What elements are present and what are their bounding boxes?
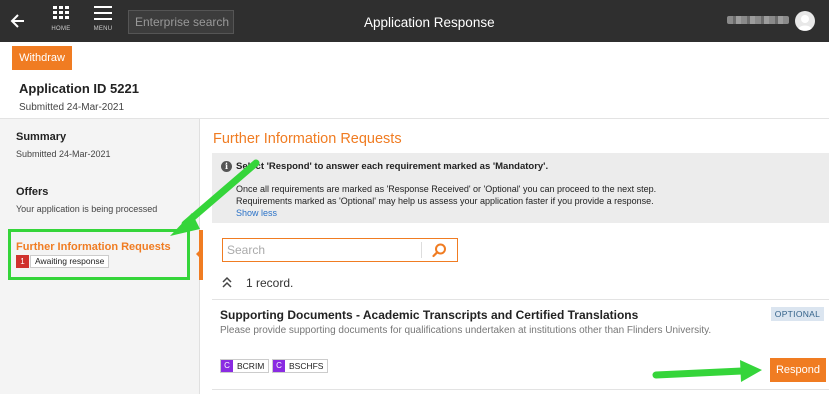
top-bar: HOME MENU Enterprise search Application … [0,0,829,42]
withdraw-button[interactable]: Withdraw [12,46,72,70]
search-button[interactable] [429,241,449,261]
chevron-double-up-icon[interactable] [222,276,232,291]
menu-button[interactable]: MENU [89,6,117,38]
search-box [222,238,458,262]
respond-button[interactable]: Respond [770,358,826,382]
back-arrow-icon[interactable] [10,11,28,31]
divider [212,389,829,390]
status-badge-count: 1 [16,255,29,268]
course-tag-letter: C [221,360,233,372]
info-heading: Select 'Respond' to answer each requirem… [236,161,549,172]
info-panel: i Select 'Respond' to answer each requir… [212,153,829,223]
divider [421,242,422,258]
course-tag: C BSCHFS [272,359,329,373]
sidebar-item-offers[interactable]: Offers [16,186,48,198]
grid-icon [53,6,69,19]
user-icon [798,15,812,30]
sidebar-item-summary[interactable]: Summary [16,131,66,143]
avatar[interactable] [795,11,815,31]
application-id: Application ID 5221 [19,81,139,96]
status-badge-optional: OPTIONAL [771,307,824,321]
page-title: Application Response [364,15,495,30]
divider [212,299,829,300]
status-badge: Awaiting response [30,255,110,268]
enterprise-search-input[interactable]: Enterprise search [128,10,234,34]
info-line-2: Requirements marked as 'Optional' may he… [236,196,654,206]
application-submitted-date: Submitted 24-Mar-2021 [19,102,125,113]
course-tag-code: BSCHFS [289,361,324,371]
menu-label: MENU [93,26,113,32]
course-tag-letter: C [273,360,285,372]
course-tag-code: BCRIM [237,361,265,371]
search-input[interactable] [223,239,423,261]
info-icon: i [221,161,232,172]
sidebar-item-summary-subtitle: Submitted 24-Mar-2021 [16,149,111,159]
home-button[interactable]: HOME [47,6,75,38]
section-title: Further Information Requests [213,131,402,147]
home-label: HOME [51,26,71,32]
info-line-1: Once all requirements are marked as 'Res… [236,184,657,194]
search-icon [432,243,446,258]
green-arrow-icon [652,360,762,382]
user-name-blurred[interactable] [727,16,789,24]
record-count: 1 record. [246,276,294,290]
sidebar-item-offers-subtitle: Your application is being processed [16,204,158,214]
requirement-description: Please provide supporting documents for … [220,325,712,336]
show-less-link[interactable]: Show less [236,208,277,218]
requirement-title: Supporting Documents - Academic Transcri… [220,308,639,322]
course-tag: C BCRIM [220,359,270,373]
caret-left-icon [196,249,201,259]
hamburger-icon [94,6,112,20]
sidebar-item-further-information-requests[interactable]: Further Information Requests [16,241,171,253]
